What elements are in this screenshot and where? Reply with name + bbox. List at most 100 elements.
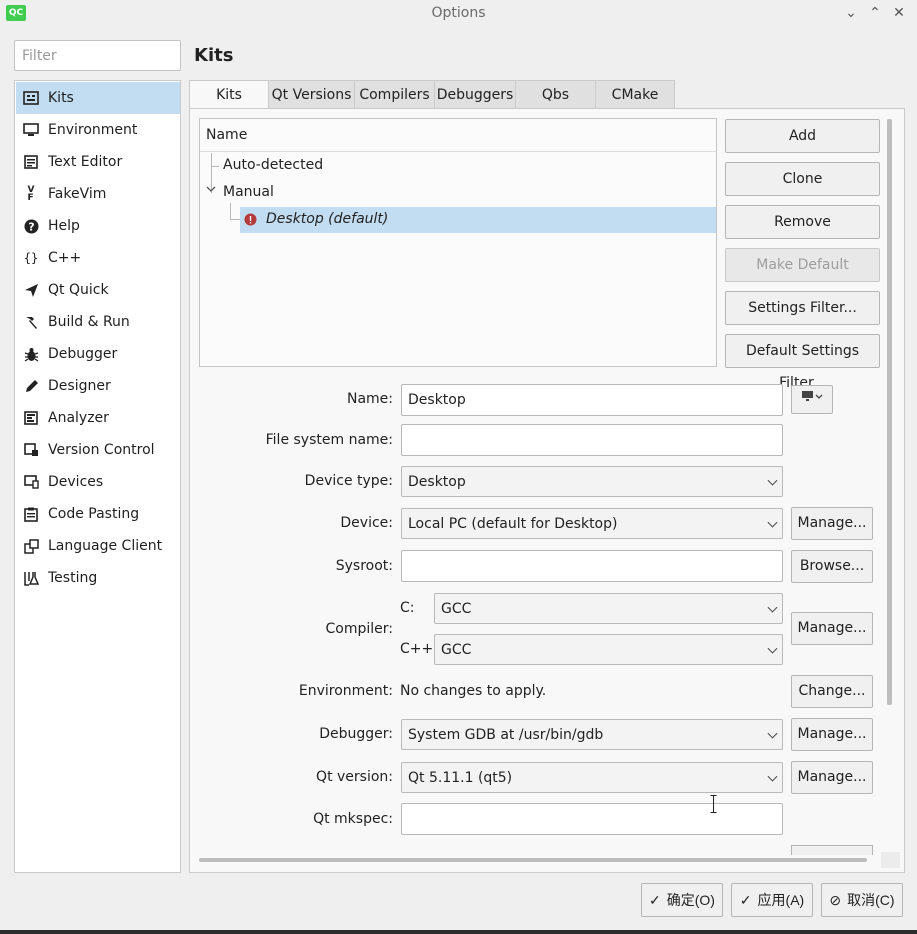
sidebar-item-analyzer[interactable]: Analyzer — [16, 402, 180, 434]
sidebar-item-label: Designer — [48, 378, 111, 394]
sidebar-item-environment[interactable]: Environment — [16, 114, 180, 146]
qt-version-combo[interactable]: Qt 5.11.1 (qt5) — [401, 762, 783, 793]
sidebar-item-cpp[interactable]: {} C++ — [16, 242, 180, 274]
sidebar-item-label: C++ — [48, 250, 82, 266]
tab-qt-versions[interactable]: Qt Versions — [268, 80, 355, 109]
error-icon — [244, 213, 257, 226]
sidebar-item-fakevim[interactable]: VF FakeVim — [16, 178, 180, 210]
tab-compilers[interactable]: Compilers — [354, 80, 435, 109]
tree-item-manual[interactable]: Manual — [223, 184, 274, 200]
tree-item-auto-detected[interactable]: Auto-detected — [223, 157, 323, 173]
manage-qt-version-button[interactable]: Manage... — [791, 761, 873, 794]
sidebar-item-devices[interactable]: Devices — [16, 466, 180, 498]
cpp-compiler-combo[interactable]: GCC — [434, 634, 783, 665]
braces-icon: {} — [23, 251, 39, 265]
cancel-icon: ⊘ — [829, 891, 842, 908]
sidebar-item-qt-quick[interactable]: Qt Quick — [16, 274, 180, 306]
name-label: Name: — [346, 391, 393, 407]
sidebar-item-language-client[interactable]: Language Client — [16, 530, 180, 562]
debugger-combo[interactable]: System GDB at /usr/bin/gdb — [401, 719, 783, 750]
ok-label: 确定(O) — [666, 892, 715, 908]
add-button[interactable]: Add — [725, 119, 880, 153]
minimize-icon[interactable]: ⌄ — [842, 4, 860, 22]
tree-branch-line — [211, 166, 219, 167]
combo-value: GCC — [441, 600, 472, 617]
combo-value: Local PC (default for Desktop) — [408, 515, 618, 532]
sidebar-item-label: Environment — [48, 122, 138, 138]
sidebar-item-help[interactable]: ? Help — [16, 210, 180, 242]
qt-mkspec-field[interactable] — [401, 803, 783, 835]
make-default-button[interactable]: Make Default — [725, 248, 880, 282]
name-field[interactable]: Desktop — [401, 384, 783, 416]
device-combo[interactable]: Local PC (default for Desktop) — [401, 508, 783, 539]
monitor-icon — [801, 386, 823, 413]
manage-debugger-button[interactable]: Manage... — [791, 718, 873, 751]
check-icon: ✓ — [649, 891, 661, 908]
maximize-icon[interactable]: ⌃ — [866, 4, 884, 22]
window-bottom-edge — [0, 930, 917, 934]
partial-button[interactable] — [791, 845, 873, 855]
compiler-label: Compiler: — [325, 621, 393, 637]
sidebar-item-code-pasting[interactable]: Code Pasting — [16, 498, 180, 530]
tree-header-name[interactable]: Name — [200, 119, 716, 152]
ok-button[interactable]: ✓ 确定(O) — [641, 883, 723, 917]
chevron-down-icon — [767, 475, 778, 486]
fs-name-field[interactable] — [401, 424, 783, 456]
qt-version-label: Qt version: — [316, 769, 393, 785]
c-compiler-combo[interactable]: GCC — [434, 593, 783, 624]
manage-compiler-button[interactable]: Manage... — [791, 612, 873, 645]
sidebar-item-text-editor[interactable]: Text Editor — [16, 146, 180, 178]
sidebar-item-label: FakeVim — [48, 186, 107, 202]
sidebar-item-debugger[interactable]: Debugger — [16, 338, 180, 370]
check-icon: ✓ — [739, 891, 752, 908]
sidebar-item-version-control[interactable]: Version Control — [16, 434, 180, 466]
kits-tree[interactable]: Name Auto-detected Manual Desktop (defau… — [199, 118, 717, 367]
tab-cmake[interactable]: CMake — [595, 80, 675, 109]
tab-qbs[interactable]: Qbs — [515, 80, 596, 109]
sysroot-label: Sysroot: — [335, 558, 393, 574]
options-sidebar: Kits Environment Text Editor VF FakeVim … — [14, 80, 181, 873]
tab-debuggers[interactable]: Debuggers — [434, 80, 516, 109]
combo-value: Desktop — [408, 473, 466, 490]
sysroot-field[interactable] — [401, 550, 783, 582]
sidebar-item-build-run[interactable]: Build & Run — [16, 306, 180, 338]
manage-device-button[interactable]: Manage... — [791, 507, 873, 540]
sidebar-item-testing[interactable]: Testing — [16, 562, 180, 594]
browse-sysroot-button[interactable]: Browse... — [791, 550, 873, 583]
default-settings-filter-button[interactable]: Default Settings Filter... — [725, 334, 880, 391]
chevron-down-icon — [767, 517, 778, 528]
clone-button[interactable]: Clone — [725, 162, 880, 196]
horizontal-scrollbar[interactable] — [199, 858, 867, 862]
sidebar-item-label: Devices — [48, 474, 104, 490]
sidebar-item-designer[interactable]: Designer — [16, 370, 180, 402]
window-title: Options — [431, 5, 486, 21]
monitor-icon — [22, 121, 40, 139]
sidebar-item-label: Language Client — [48, 538, 163, 554]
sidebar-item-label: Debugger — [48, 346, 118, 362]
help-icon: ? — [22, 217, 40, 235]
apply-button[interactable]: ✓ 应用(A) — [731, 883, 813, 917]
chevron-down-icon — [767, 771, 778, 782]
remove-button[interactable]: Remove — [725, 205, 880, 239]
close-icon[interactable]: ✕ — [890, 4, 908, 22]
chevron-down-icon — [767, 602, 778, 613]
tab-kits[interactable]: Kits — [189, 80, 269, 110]
cpp-compiler-label: C++: — [400, 641, 438, 657]
filter-input[interactable] — [14, 40, 181, 71]
device-icon-button[interactable] — [791, 385, 833, 414]
fakevim-icon: VF — [27, 185, 35, 203]
device-type-combo[interactable]: Desktop — [401, 466, 783, 497]
cancel-button[interactable]: ⊘ 取消(C) — [821, 883, 903, 917]
scroll-corner — [881, 852, 900, 868]
tree-item-desktop-default[interactable]: Desktop (default) — [240, 207, 716, 233]
settings-filter-button[interactable]: Settings Filter... — [725, 291, 880, 325]
chevron-down-icon[interactable] — [206, 183, 216, 193]
bug-icon — [22, 345, 40, 363]
sidebar-item-kits[interactable]: Kits — [16, 82, 180, 114]
sidebar-item-label: Code Pasting — [48, 506, 140, 522]
flask-icon — [22, 569, 40, 587]
chevron-down-icon — [767, 728, 778, 739]
text-cursor-icon — [710, 795, 717, 813]
change-environment-button[interactable]: Change... — [791, 675, 873, 708]
vertical-scrollbar[interactable] — [887, 119, 892, 705]
